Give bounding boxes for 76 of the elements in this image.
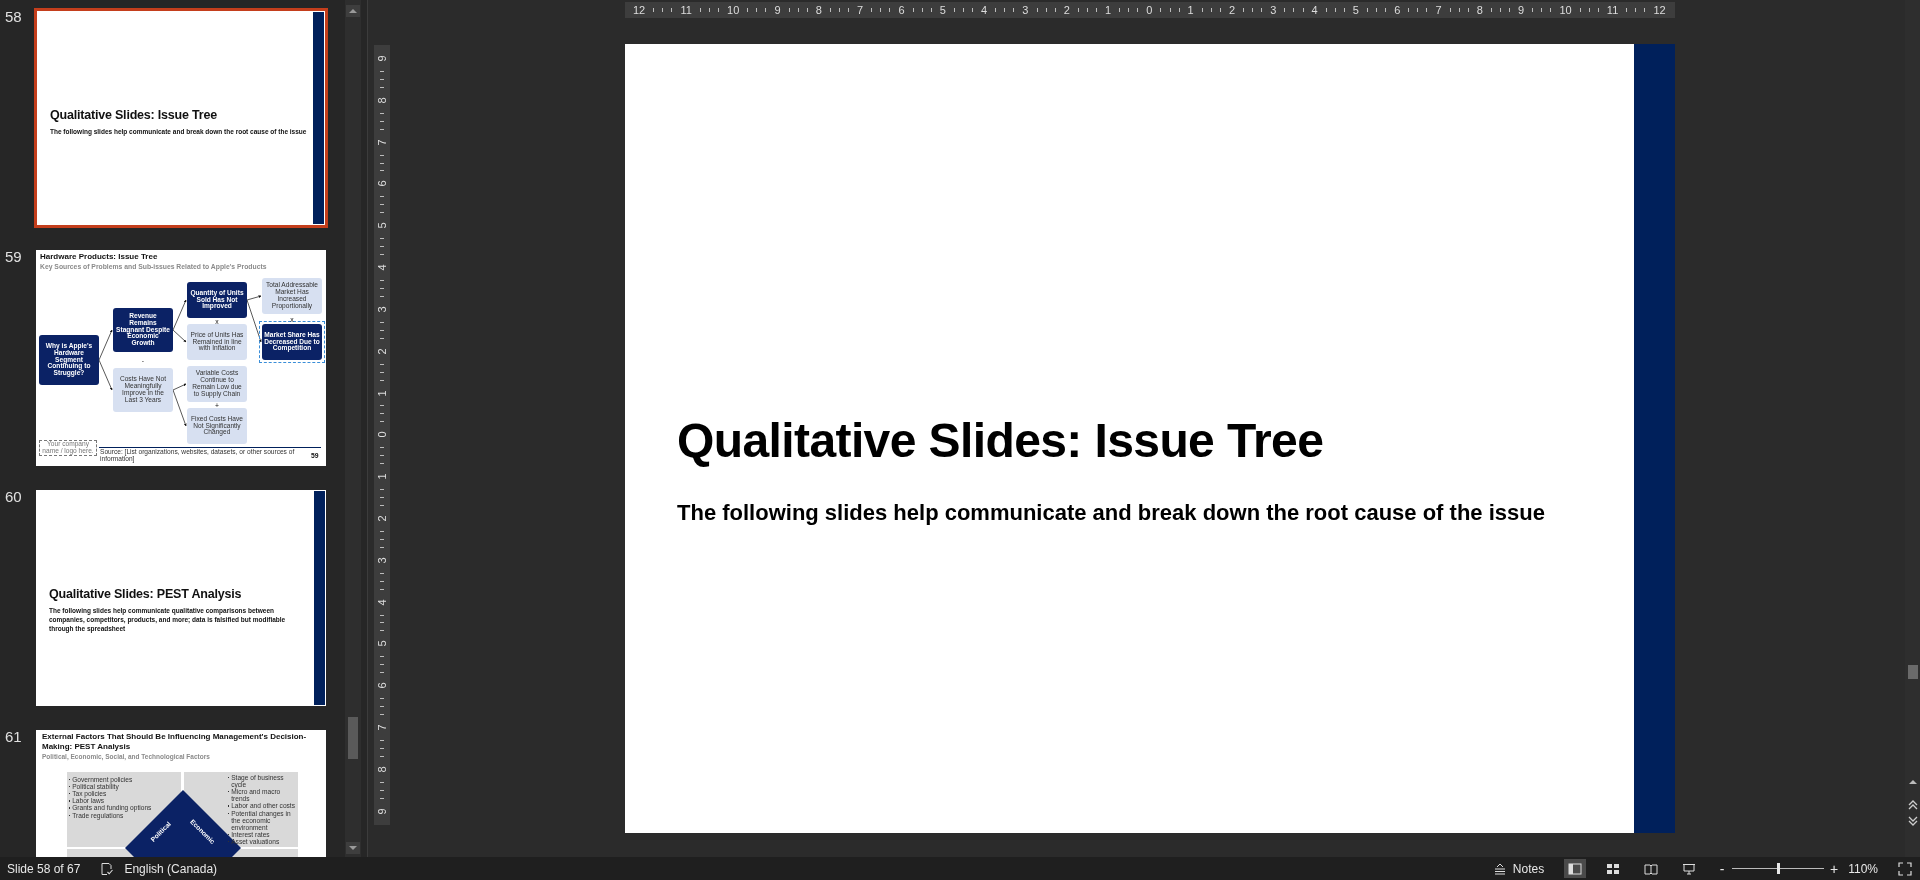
zoom-out-button[interactable]: -: [1716, 860, 1729, 877]
ruler-number: 11: [680, 4, 692, 16]
slide-counter[interactable]: Slide 58 of 67: [7, 861, 81, 876]
normal-view-icon: [1568, 862, 1583, 875]
ruler-number: 8: [815, 4, 822, 16]
ruler-number: 1: [376, 389, 388, 397]
ruler-number: 4: [376, 599, 388, 606]
ruler-number: 9: [774, 4, 781, 16]
ruler-number: 3: [1022, 4, 1029, 16]
slide-number: 59: [4, 248, 23, 266]
ruler-number: 7: [376, 139, 388, 146]
ruler-number: 8: [376, 97, 388, 104]
book-icon: [1644, 862, 1659, 875]
ruler-number: 0: [376, 431, 388, 438]
ruler-number: 5: [376, 222, 388, 229]
thumbnail-title: Qualitative Slides: PEST Analysis: [49, 587, 243, 601]
ruler-number: 8: [1476, 4, 1483, 16]
ruler-number: 1: [1187, 4, 1194, 16]
scroll-down-icon[interactable]: [346, 842, 360, 854]
slide-subtitle[interactable]: The following slides help communicate and break down the root cause of the issue: [677, 499, 1634, 526]
fit-to-window-icon[interactable]: [1898, 861, 1912, 876]
ruler-number: 10: [1559, 4, 1572, 16]
ruler-number: 4: [376, 264, 388, 271]
ruler-number: 9: [376, 808, 388, 815]
accessibility-icon[interactable]: [100, 861, 115, 876]
slide-number: 58: [4, 8, 23, 26]
scrollbar-thumb[interactable]: [1907, 665, 1918, 679]
language-indicator[interactable]: English (Canada): [124, 861, 218, 876]
ruler-number: 7: [376, 724, 388, 731]
ruler-number: 4: [981, 4, 988, 16]
ruler-number: 9: [376, 55, 388, 62]
ruler-number: 12: [1653, 4, 1666, 16]
normal-view-button[interactable]: [1564, 859, 1587, 878]
ruler-number: 10: [727, 4, 740, 16]
ruler-number: 6: [376, 180, 388, 187]
slide-number: 60: [4, 488, 23, 506]
scrollbar-thumb[interactable]: [348, 717, 358, 759]
slide-title[interactable]: Qualitative Slides: Issue Tree: [677, 412, 1634, 470]
ruler-number: 6: [1394, 4, 1401, 16]
ruler-number: 0: [1146, 4, 1153, 16]
ruler-number: 7: [1435, 4, 1442, 16]
ruler-number: 2: [1063, 4, 1070, 16]
ruler-number: 5: [939, 4, 946, 16]
thumbnail-title: Hardware Products: Issue Tree: [40, 252, 158, 261]
ruler-number: 3: [376, 306, 388, 313]
zoom-in-button[interactable]: +: [1828, 860, 1841, 877]
ruler-number: 2: [376, 348, 388, 355]
ruler-number: 9: [1518, 4, 1525, 16]
slide-thumbnail[interactable]: [34, 248, 328, 468]
scrollbar[interactable]: [345, 0, 361, 857]
ruler-number: 3: [1270, 4, 1277, 16]
ruler-number: 12: [633, 4, 646, 16]
grid-icon: [1606, 862, 1621, 875]
ruler-number: 11: [1606, 4, 1619, 16]
slide-number: 61: [4, 728, 23, 746]
ruler-number: 4: [1311, 4, 1318, 16]
ruler-number: 6: [898, 4, 905, 16]
thumbnail-title: External Factors That Should Be Influencing Management's Decision-Making: PEST Analysis: [42, 732, 308, 752]
ruler-number: 1: [1105, 4, 1112, 16]
zoom-slider-thumb[interactable]: [1777, 863, 1781, 874]
scroll-up-icon[interactable]: [346, 5, 360, 17]
ruler-number: 2: [1228, 4, 1236, 16]
thumbnail-title: Qualitative Slides: Issue Tree: [50, 108, 218, 122]
zoom-percentage[interactable]: 110%: [1848, 861, 1878, 876]
ruler-number: 6: [376, 682, 388, 689]
ruler-number: 5: [376, 640, 388, 647]
projector-screen-icon: [1682, 862, 1697, 875]
slide-thumbnail[interactable]: [34, 488, 328, 708]
ruler-number: 5: [1352, 4, 1359, 16]
notes-icon: [1492, 862, 1507, 875]
notes-button[interactable]: Notes: [1492, 861, 1545, 876]
ruler-number: 1: [376, 473, 388, 480]
ruler-number: 7: [857, 4, 864, 16]
ruler-number: 2: [376, 515, 388, 522]
ruler-number: 3: [376, 557, 388, 564]
ruler-number: 8: [376, 766, 388, 773]
